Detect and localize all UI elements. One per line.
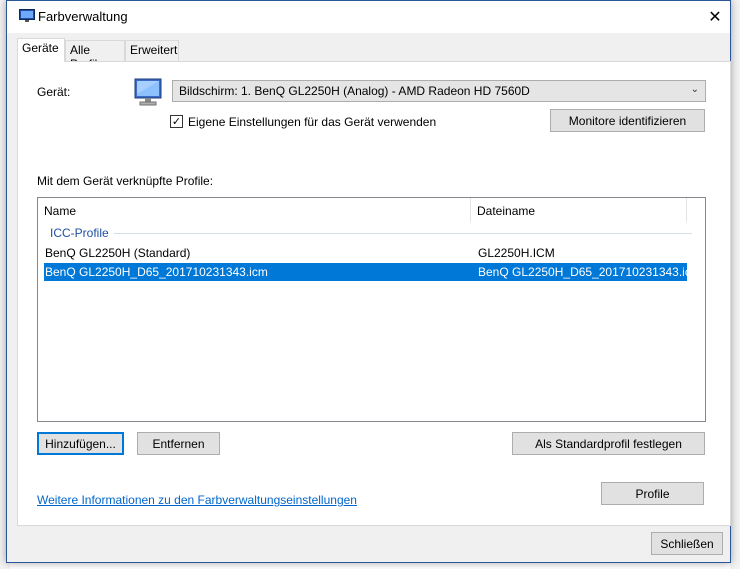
device-select-value: Bildschirm: 1. BenQ GL2250H (Analog) - A… <box>179 84 530 98</box>
device-label: Gerät: <box>37 85 71 99</box>
window-title: Farbverwaltung <box>38 9 128 24</box>
profile-name: BenQ GL2250H (Standard) <box>45 246 191 260</box>
chevron-down-icon: ⌄ <box>690 84 699 95</box>
group-divider <box>114 233 692 234</box>
profiles-label: Mit dem Gerät verknüpfte Profile: <box>37 174 214 188</box>
close-icon[interactable]: ✕ <box>700 1 730 31</box>
background-window-right <box>730 0 740 569</box>
set-default-button[interactable]: Als Standardprofil festlegen <box>512 432 705 455</box>
tab-advanced[interactable]: Erweitert <box>125 40 179 61</box>
monitor-icon <box>134 78 162 106</box>
close-button[interactable]: Schließen <box>651 532 723 555</box>
table-row[interactable]: BenQ GL2250H_D65_201710231343.icm BenQ G… <box>44 263 701 281</box>
identify-monitors-button[interactable]: Monitore identifizieren <box>550 109 705 132</box>
profile-file: BenQ GL2250H_D65_201710231343.icm <box>478 265 701 279</box>
remove-button[interactable]: Entfernen <box>137 432 220 455</box>
profile-list[interactable]: Name Dateiname ICC-Profile BenQ GL2250H … <box>37 197 706 422</box>
group-icc-profiles: ICC-Profile <box>50 226 109 240</box>
custom-settings-checkbox[interactable]: ✓ <box>170 115 183 128</box>
profile-name: BenQ GL2250H_D65_201710231343.icm <box>45 265 268 279</box>
column-filename[interactable]: Dateiname <box>471 198 687 222</box>
title-bar: Farbverwaltung ✕ <box>7 1 730 33</box>
color-management-dialog: Farbverwaltung ✕ Geräte Alle Profile Erw… <box>6 0 731 563</box>
profile-file: GL2250H.ICM <box>478 246 555 260</box>
custom-settings-label: Eigene Einstellungen für das Gerät verwe… <box>188 115 437 129</box>
table-row[interactable]: BenQ GL2250H (Standard) GL2250H.ICM <box>44 244 687 262</box>
column-name[interactable]: Name <box>38 198 471 222</box>
more-info-link[interactable]: Weitere Informationen zu den Farbverwalt… <box>37 493 357 507</box>
add-button[interactable]: Hinzufügen... <box>37 432 124 455</box>
tab-all-profiles[interactable]: Alle Profile <box>65 40 125 71</box>
tab-devices[interactable]: Geräte <box>17 38 65 62</box>
color-management-icon <box>19 9 35 22</box>
device-select[interactable]: Bildschirm: 1. BenQ GL2250H (Analog) - A… <box>172 80 706 102</box>
profile-button[interactable]: Profile <box>601 482 704 505</box>
